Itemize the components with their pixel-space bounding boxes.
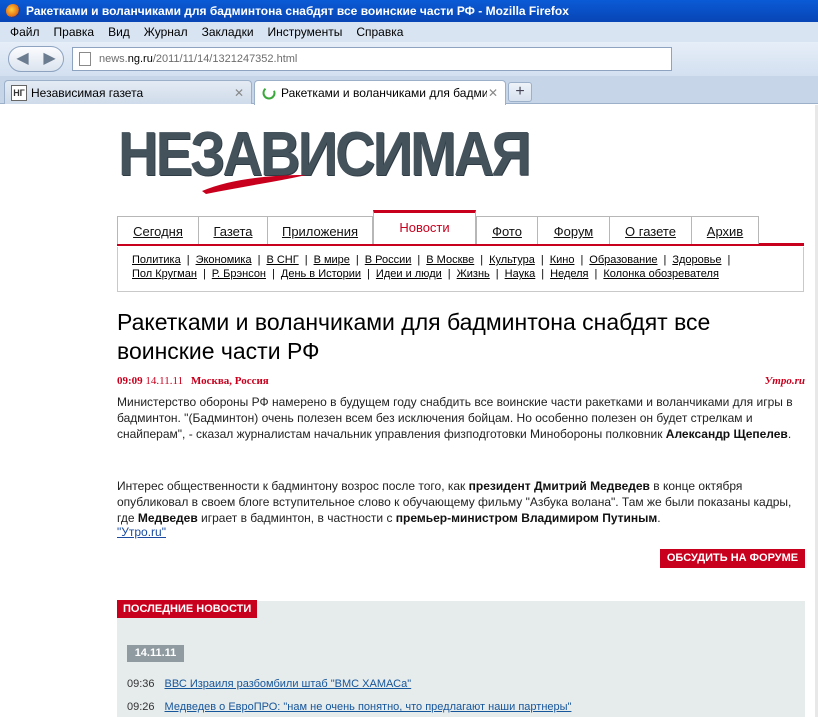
tab-label: Ракетками и воланчиками для бадминтона с… <box>281 86 487 100</box>
ng-favicon-icon: НГ <box>11 84 27 101</box>
menu-help[interactable]: Справка <box>356 25 403 39</box>
url-domain-prefix: news. <box>99 53 128 65</box>
window-title: Ракетками и воланчиками для бадминтона с… <box>26 4 569 18</box>
news-time: 09:36 <box>127 678 155 690</box>
person-name: Александр Щепелев <box>665 427 788 441</box>
nav-arkhiv[interactable]: Архив <box>691 216 759 244</box>
subnav-nauka[interactable]: Наука <box>505 268 536 280</box>
sub-navigation: Политика | Экономика | В СНГ | В мире | В России… <box>117 247 804 292</box>
subnav-v-mire[interactable]: В мире <box>314 254 350 266</box>
news-time: 09:26 <box>127 701 155 713</box>
discuss-on-forum-button[interactable]: ОБСУДИТЬ НА ФОРУМЕ <box>660 549 805 568</box>
latest-news-panel: ПОСЛЕДНИЕ НОВОСТИ 14.11.11 09:36 ВВС Изра… <box>117 600 805 717</box>
article-date: 14.11.11 <box>145 375 184 387</box>
nav-gazeta[interactable]: Газета <box>198 216 268 244</box>
menu-view[interactable]: Вид <box>108 25 130 39</box>
subnav-v-sng[interactable]: В СНГ <box>266 254 298 266</box>
subnav-kultura[interactable]: Культура <box>489 254 535 266</box>
article-place: Москва, Россия <box>190 375 269 387</box>
close-tab-icon[interactable]: ✕ <box>488 86 498 100</box>
list-item: 09:26 Медведев о ЕвроПРО: "нам не очень п… <box>127 701 571 713</box>
close-tab-icon[interactable]: ✕ <box>234 86 244 100</box>
nav-foto[interactable]: Фото <box>476 216 538 244</box>
person-name: Медведев <box>137 511 198 525</box>
logo-swoosh-icon <box>202 175 306 194</box>
subnav-pol-krugman[interactable]: Пол Кругман <box>132 268 197 280</box>
page-content: НЕЗАВИСИМАЯ Сегодня Газета Приложения Но… <box>0 105 818 717</box>
subnav-v-rossii[interactable]: В России <box>365 254 412 266</box>
subnav-ekonomika[interactable]: Экономика <box>196 254 252 266</box>
main-navigation: Сегодня Газета Приложения Новости Фото Ф… <box>117 210 804 246</box>
tab-article[interactable]: Ракетками и воланчиками для бадминтона с… <box>254 80 506 105</box>
news-link[interactable]: ВВС Израиля разбомбили штаб "ВМС ХАМАСа" <box>165 678 412 690</box>
menu-file[interactable]: Файл <box>10 25 40 39</box>
subnav-zdorovie[interactable]: Здоровье <box>672 254 721 266</box>
subnav-kino[interactable]: Кино <box>550 254 575 266</box>
menu-history[interactable]: Журнал <box>144 25 188 39</box>
nav-o-gazete[interactable]: О газете <box>609 216 692 244</box>
subnav-politika[interactable]: Политика <box>132 254 181 266</box>
firefox-logo-icon <box>6 4 20 18</box>
page-icon <box>79 52 91 66</box>
subnav-v-moskve[interactable]: В Москве <box>426 254 474 266</box>
news-date-badge: 14.11.11 <box>127 645 184 662</box>
window-title-bar: Ракетками и воланчиками для бадминтона с… <box>0 0 818 22</box>
news-link[interactable]: Медведев о ЕвроПРО: "нам не очень понятн… <box>165 701 572 713</box>
nav-forum[interactable]: Форум <box>537 216 610 244</box>
article-paragraph-1: Министерство обороны РФ намерено в будущ… <box>117 395 793 441</box>
menu-tools[interactable]: Инструменты <box>268 25 343 39</box>
back-arrow-icon[interactable]: ◀ <box>9 48 36 70</box>
sub-nav-row-1: Политика | Экономика | В СНГ | В мире | В России… <box>132 254 731 266</box>
list-item: 09:36 ВВС Израиля разбомбили штаб "ВМС ХА… <box>127 678 411 690</box>
subnav-nedelya[interactable]: Неделя <box>550 268 588 280</box>
nav-prilozheniya[interactable]: Приложения <box>267 216 373 244</box>
back-forward-buttons: ◀ ▶ <box>8 46 64 72</box>
new-tab-button[interactable]: + <box>508 82 532 102</box>
nav-segodnya[interactable]: Сегодня <box>117 216 199 244</box>
menu-bookmarks[interactable]: Закладки <box>202 25 254 39</box>
article-headline: Ракетками и воланчиками для бадминтона с… <box>117 309 711 364</box>
url-domain: ng.ru <box>127 53 153 65</box>
source-link[interactable]: "Утро.ru" <box>117 525 166 539</box>
tab-strip: НГ Независимая газета ✕ Ракетками и вола… <box>0 76 818 105</box>
person-name: президент Дмитрий Медведев <box>468 479 650 493</box>
forward-arrow-icon[interactable]: ▶ <box>36 48 63 70</box>
menu-edit[interactable]: Правка <box>54 25 95 39</box>
loading-icon <box>261 85 277 101</box>
subnav-zhizn[interactable]: Жизнь <box>457 268 490 280</box>
menu-bar: Файл Правка Вид Журнал Закладки Инструме… <box>0 22 818 42</box>
address-bar[interactable]: news. ng.ru/2011/11/14/1321247352.html <box>72 47 672 71</box>
article-source[interactable]: Утро.ru <box>765 375 805 387</box>
subnav-idei-i-lyudi[interactable]: Идеи и люди <box>376 268 442 280</box>
subnav-kolonka[interactable]: Колонка обозревателя <box>603 268 719 280</box>
site-logo[interactable]: НЕЗАВИСИМАЯ <box>118 124 531 186</box>
person-name: премьер-министром Владимиром Путиным <box>395 511 658 525</box>
article-time: 09:09 <box>117 375 143 387</box>
article-paragraph-2: Интерес общественности к бадминтону возр… <box>117 479 792 525</box>
tab-label: Независимая газета <box>31 85 144 100</box>
subnav-obrazovanie[interactable]: Образование <box>589 254 657 266</box>
latest-news-header: ПОСЛЕДНИЕ НОВОСТИ <box>117 600 258 618</box>
nav-novosti[interactable]: Новости <box>373 210 476 244</box>
article-meta: 09:09 14.11.11 Москва, Россия Утро.ru <box>117 375 805 387</box>
subnav-den-v-istorii[interactable]: День в Истории <box>281 268 361 280</box>
sub-nav-row-2: Пол Кругман | Р. Брэнсон | День в Истории | Ид… <box>132 268 719 280</box>
subnav-r-brenson[interactable]: Р. Брэнсон <box>212 268 266 280</box>
navigation-toolbar: ◀ ▶ news. ng.ru/2011/11/14/1321247352.htm… <box>0 42 818 76</box>
url-path: /2011/11/14/1321247352.html <box>152 53 298 65</box>
tab-nezavisimaya-gazeta[interactable]: НГ Независимая газета ✕ <box>4 80 252 104</box>
